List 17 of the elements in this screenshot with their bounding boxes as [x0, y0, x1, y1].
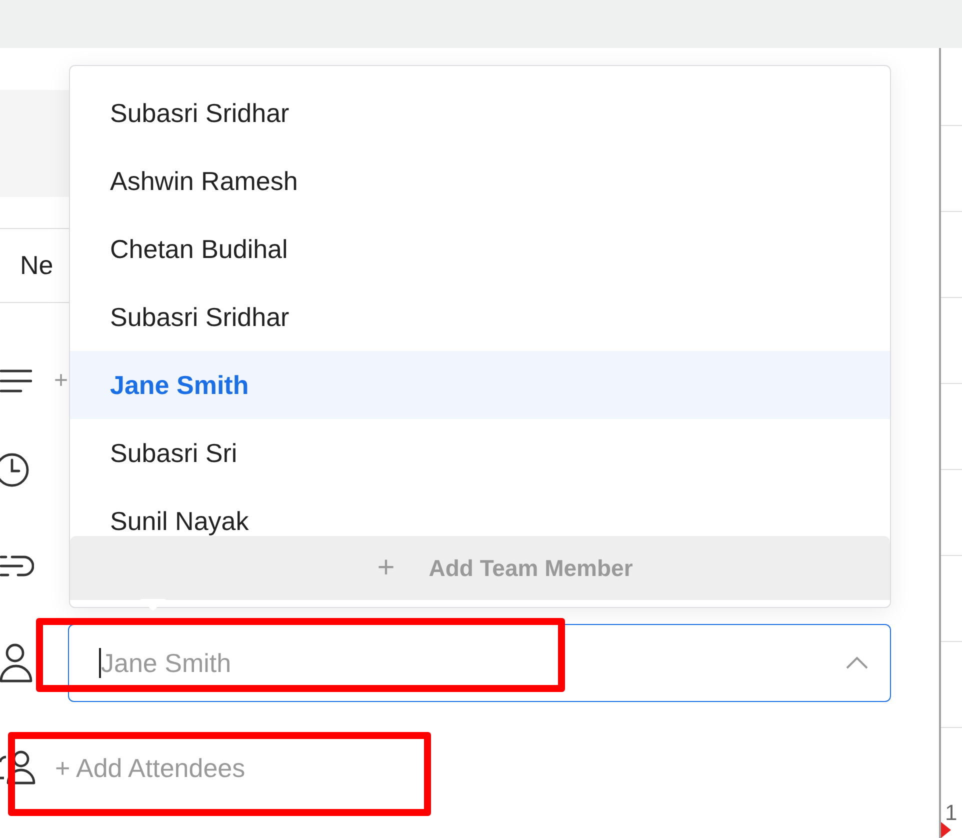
people-icon — [0, 750, 37, 786]
member-option[interactable]: Subasri Sri — [70, 419, 890, 487]
hour-label: 1 — [945, 800, 958, 826]
assignee-select[interactable]: Jane Smith — [68, 624, 891, 702]
member-option[interactable]: Subasri Sridhar — [70, 79, 890, 147]
member-option[interactable]: Jane Smith — [70, 351, 890, 419]
chevron-icon — [845, 656, 869, 670]
member-option[interactable]: Chetan Budihal — [70, 215, 890, 283]
member-option[interactable]: Subasri Sridhar — [70, 283, 890, 351]
text-align-icon — [0, 369, 32, 393]
clock-icon — [0, 452, 30, 488]
time-marker-icon — [941, 822, 952, 838]
text-cursor — [99, 648, 101, 678]
link-icon — [0, 555, 34, 577]
person-icon — [0, 643, 34, 683]
member-option[interactable]: Sunil Nayak — [70, 487, 890, 536]
member-option[interactable]: Ashwin Ramesh — [70, 147, 890, 215]
